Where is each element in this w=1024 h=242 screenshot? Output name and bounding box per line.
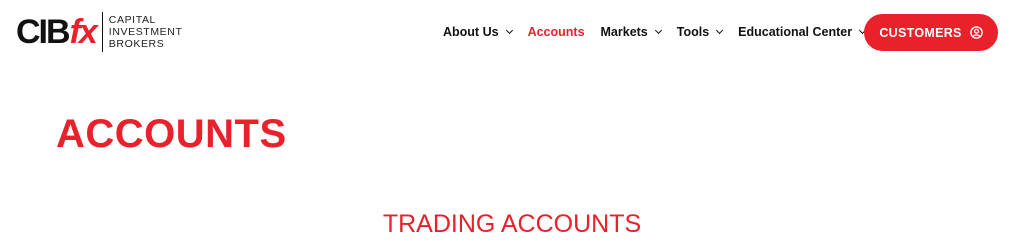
nav-item-accounts[interactable]: Accounts — [528, 25, 585, 39]
chevron-down-icon — [505, 26, 513, 35]
logo-mark-accent: fx — [69, 13, 98, 51]
site-header: CIB fx CAPITAL INVESTMENT BROKERS About U… — [0, 0, 1024, 64]
nav-item-label: Accounts — [527, 25, 585, 39]
nav-item-educational-center[interactable]: Educational Center — [738, 25, 867, 39]
nav-item-tools[interactable]: Tools — [676, 25, 724, 39]
logo-divider — [101, 12, 103, 52]
logo-mark-main: CIB — [16, 13, 71, 51]
nav-item-label: Tools — [676, 25, 710, 39]
chevron-down-icon — [716, 26, 724, 35]
user-circle-icon — [969, 26, 983, 39]
customers-button-label: CUSTOMERS — [879, 25, 962, 40]
logo-mark: CIB fx — [16, 13, 98, 51]
customers-button[interactable]: CUSTOMERS — [864, 14, 998, 51]
nav-item-label: Markets — [600, 25, 648, 39]
logo-tagline: CAPITAL INVESTMENT BROKERS — [109, 14, 183, 50]
logo-tagline-line: BROKERS — [108, 38, 165, 50]
section-title: TRADING ACCOUNTS — [382, 210, 642, 238]
site-logo[interactable]: CIB fx CAPITAL INVESTMENT BROKERS — [16, 8, 182, 56]
logo-tagline-line: CAPITAL — [108, 14, 156, 26]
nav-item-label: Educational Center — [738, 25, 853, 39]
nav-item-about-us[interactable]: About Us — [443, 25, 513, 39]
page-title: ACCOUNTS — [56, 112, 287, 156]
nav-item-label: About Us — [443, 25, 499, 39]
nav-item-markets[interactable]: Markets — [600, 25, 662, 39]
logo-tagline-line: INVESTMENT — [108, 26, 183, 38]
main-nav: About Us Accounts Markets Tools Educatio… — [443, 20, 881, 44]
chevron-down-icon — [654, 26, 662, 35]
